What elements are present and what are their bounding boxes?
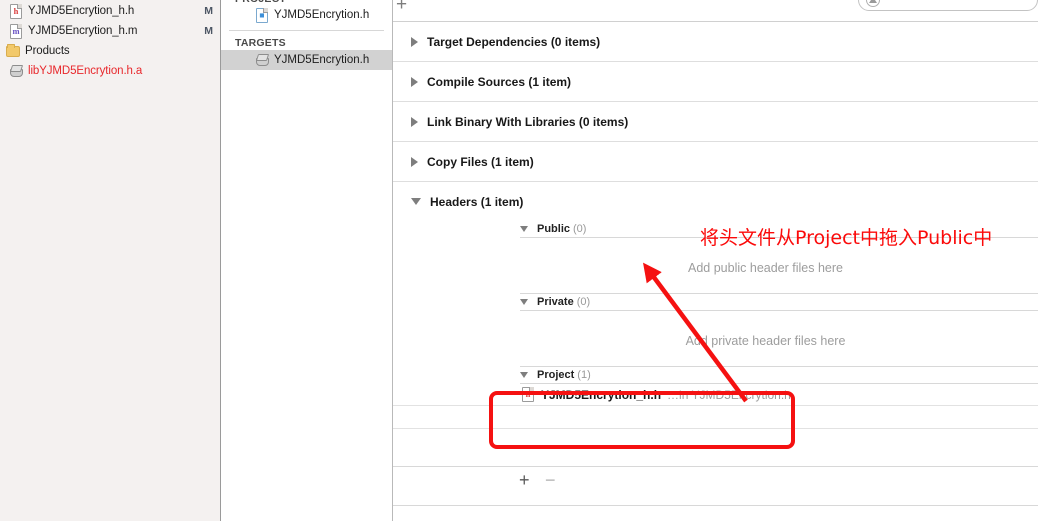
- phase-header[interactable]: Compile Sources (1 item): [393, 62, 1038, 101]
- headers-private-section: Private (0) Add private header files her…: [393, 294, 1038, 367]
- chevron-down-icon[interactable]: [411, 198, 421, 205]
- editor-toolbar: +: [393, 0, 1038, 22]
- project-drop-area[interactable]: [393, 406, 1038, 429]
- navigator-item-label: libYJMD5Encrytion.h.a: [28, 65, 143, 77]
- private-placeholder-text: Add private header files here: [685, 334, 846, 348]
- xcode-window: h YJMD5Encrytion_h.h M m YJMD5Encrytion_…: [0, 0, 1038, 521]
- chevron-down-icon[interactable]: [520, 299, 528, 305]
- phase-title: Link Binary With Libraries (0 items): [427, 114, 629, 129]
- target-list-item[interactable]: YJMD5Encrytion.h: [221, 50, 392, 70]
- chevron-right-icon[interactable]: [411, 76, 418, 87]
- chevron-down-icon[interactable]: [520, 372, 528, 378]
- phase-link-binary-with-libraries[interactable]: Link Binary With Libraries (0 items): [393, 102, 1038, 142]
- phase-copy-files[interactable]: Copy Files (1 item): [393, 142, 1038, 182]
- chevron-right-icon[interactable]: [411, 36, 418, 47]
- navigator-item-label: YJMD5Encrytion_h.m: [28, 25, 138, 37]
- phase-header[interactable]: Headers (1 item): [393, 182, 1038, 221]
- public-section-header[interactable]: Public (0): [393, 221, 1038, 237]
- public-section-count: (0): [573, 223, 587, 235]
- chevron-right-icon[interactable]: [411, 156, 418, 167]
- filter-toggle-icon[interactable]: [866, 0, 880, 7]
- phase-title: Compile Sources (1 item): [427, 74, 572, 89]
- headers-phase-body: Public (0) Add public header files here: [393, 221, 1038, 429]
- h-file-icon: h: [521, 387, 535, 403]
- target-list-item-label: YJMD5Encrytion.h: [274, 54, 370, 66]
- project-target-list: PROJECT ■ YJMD5Encrytion.h TARGETS YJMD5…: [221, 0, 393, 521]
- header-file-name: YJMD5Encrytion_h.h: [541, 387, 662, 402]
- phase-target-dependencies[interactable]: Target Dependencies (0 items): [393, 22, 1038, 62]
- private-drop-area[interactable]: Add private header files here: [393, 311, 1038, 366]
- phase-title: Target Dependencies (0 items): [427, 34, 601, 49]
- m-file-icon: m: [8, 23, 24, 39]
- folder-icon: [5, 43, 21, 59]
- navigator-item-implementation-file[interactable]: m YJMD5Encrytion_h.m M: [0, 21, 220, 41]
- header-file-row[interactable]: h YJMD5Encrytion_h.h …in YJMD5Encrytion.…: [393, 384, 1038, 406]
- modified-badge: M: [204, 5, 213, 17]
- private-section-header[interactable]: Private (0): [393, 294, 1038, 310]
- phase-header[interactable]: Copy Files (1 item): [393, 142, 1038, 181]
- phase-header[interactable]: Link Binary With Libraries (0 items): [393, 102, 1038, 141]
- library-target-icon: [254, 52, 270, 68]
- phase-headers[interactable]: Headers (1 item) Public (0) Add public h…: [393, 182, 1038, 429]
- build-phase-list: Target Dependencies (0 items) Compile So…: [393, 22, 1038, 429]
- phase-title: Headers (1 item): [430, 194, 524, 209]
- project-list-item-label: YJMD5Encrytion.h: [274, 9, 370, 21]
- navigator-item-header-file[interactable]: h YJMD5Encrytion_h.h M: [0, 1, 220, 21]
- divider: [229, 30, 384, 31]
- public-placeholder-text: Add public header files here: [688, 261, 843, 275]
- navigator-item-static-library[interactable]: libYJMD5Encrytion.h.a: [0, 61, 220, 81]
- modified-badge: M: [204, 25, 213, 37]
- phase-header[interactable]: Target Dependencies (0 items): [393, 22, 1038, 61]
- public-drop-area[interactable]: Add public header files here: [393, 238, 1038, 293]
- navigator-item-label: Products: [25, 45, 70, 57]
- filter-search-field[interactable]: [858, 0, 1038, 11]
- project-section-count: (1): [577, 369, 591, 381]
- phase-compile-sources[interactable]: Compile Sources (1 item): [393, 62, 1038, 102]
- add-build-phase-button[interactable]: +: [396, 0, 407, 14]
- project-list-item[interactable]: ■ YJMD5Encrytion.h: [221, 5, 392, 25]
- private-section-count: (0): [576, 296, 591, 308]
- headers-footer-toolbar: + −: [393, 466, 1038, 506]
- build-phases-editor: + Target Dependencies (0 items) Compile …: [393, 0, 1038, 521]
- project-file-icon: ■: [254, 7, 270, 23]
- project-navigator: h YJMD5Encrytion_h.h M m YJMD5Encrytion_…: [0, 0, 221, 521]
- targets-group-header: TARGETS: [235, 36, 286, 49]
- navigator-item-label: YJMD5Encrytion_h.h: [28, 5, 135, 17]
- add-header-file-button[interactable]: +: [519, 471, 530, 489]
- private-section-label: Private: [537, 296, 574, 308]
- headers-public-section: Public (0) Add public header files here: [393, 221, 1038, 294]
- chevron-right-icon[interactable]: [411, 116, 418, 127]
- header-file-location: …in YJMD5Encrytion.h: [667, 387, 791, 402]
- h-file-icon: h: [8, 3, 24, 19]
- library-icon: [8, 63, 24, 79]
- headers-project-section: Project (1) h YJMD5Encrytion_h.h …in YJM…: [393, 367, 1038, 429]
- remove-header-file-button[interactable]: −: [545, 471, 556, 489]
- public-section-label: Public: [537, 223, 571, 235]
- phase-title: Copy Files (1 item): [427, 154, 534, 169]
- navigator-item-products[interactable]: Products: [0, 41, 220, 61]
- project-section-label: Project: [537, 369, 575, 381]
- project-section-header[interactable]: Project (1): [393, 367, 1038, 383]
- chevron-down-icon[interactable]: [520, 226, 528, 232]
